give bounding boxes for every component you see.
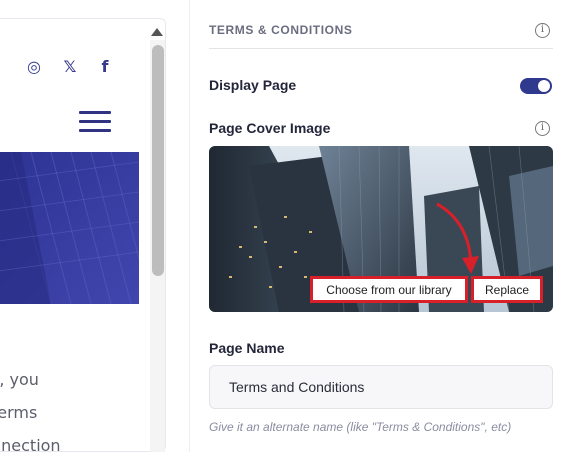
x-twitter-icon[interactable]: 𝕏 — [61, 57, 79, 77]
replace-image-button[interactable]: Replace — [471, 276, 543, 303]
cover-image-info-icon[interactable]: i — [535, 121, 550, 136]
preview-body-line-3: nnection — [0, 436, 61, 452]
instagram-icon[interactable]: ◎ — [25, 57, 43, 77]
social-links-row: ◎ 𝕏 f — [0, 57, 141, 79]
section-divider — [209, 48, 553, 49]
hero-building-pattern — [0, 152, 139, 304]
page-root: ◎ 𝕏 f you rms nection TERMS & CONDITIONS… — [0, 0, 562, 452]
hero-image — [0, 152, 139, 304]
page-name-input[interactable]: Terms and Conditions — [209, 365, 553, 409]
facebook-icon[interactable]: f — [96, 57, 114, 77]
section-info-icon[interactable]: i — [535, 23, 550, 38]
toggle-knob — [538, 80, 550, 92]
preview-scrollbar-thumb[interactable] — [152, 45, 164, 276]
cover-image-label: Page Cover Image — [209, 120, 331, 136]
hamburger-menu-icon[interactable] — [79, 111, 111, 133]
choose-from-library-label: Choose from our library — [315, 281, 463, 300]
page-name-label: Page Name — [209, 340, 285, 356]
display-page-toggle[interactable] — [520, 78, 552, 94]
display-page-label: Display Page — [209, 77, 297, 93]
page-name-helper-text: Give it an alternate name (like "Terms &… — [209, 420, 512, 434]
replace-image-label: Replace — [476, 281, 538, 300]
site-preview-card: ◎ 𝕏 f you rms nection — [0, 18, 166, 452]
settings-panel: TERMS & CONDITIONS i Display Page Page C… — [190, 0, 562, 452]
section-title: TERMS & CONDITIONS — [209, 23, 353, 37]
choose-from-library-button[interactable]: Choose from our library — [310, 276, 468, 303]
preview-body-line-1: s, you — [0, 370, 39, 389]
site-preview-pane: ◎ 𝕏 f you rms nection — [0, 0, 167, 452]
scroll-up-arrow-icon[interactable] — [151, 28, 163, 36]
preview-body-line-2: terms — [0, 403, 38, 422]
